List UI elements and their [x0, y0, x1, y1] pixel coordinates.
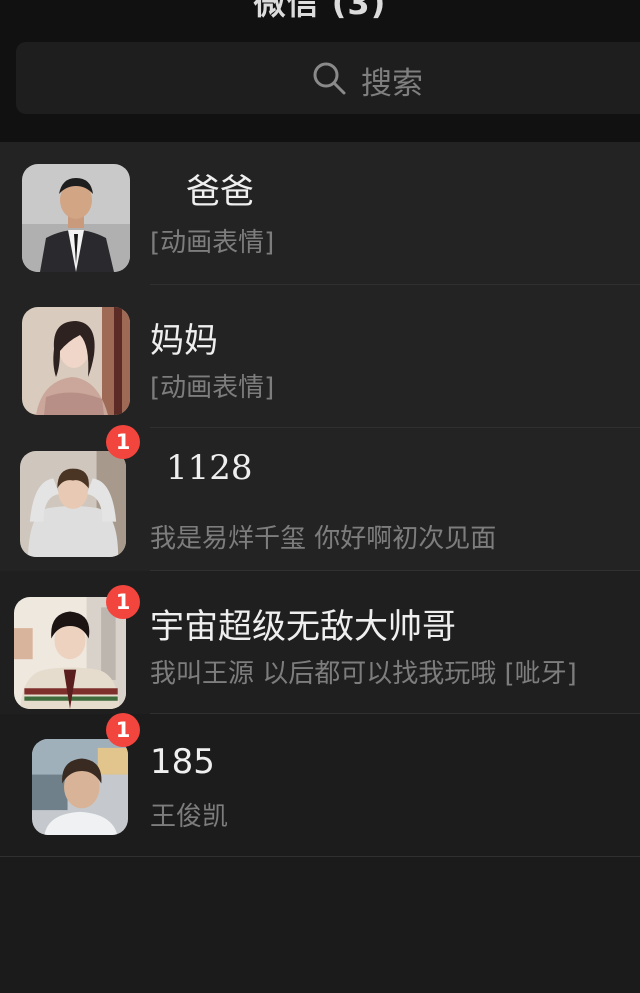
chat-item-handsome[interactable]: 1 宇宙超级无敌大帅哥 我叫王源 以后都可以找我玩哦 [呲牙]: [0, 571, 640, 714]
chat-preview: [动画表情]: [150, 228, 275, 258]
avatar: [22, 307, 130, 415]
empty-area: [0, 857, 640, 993]
chat-preview: 我是易烊千玺 你好啊初次见面: [150, 524, 497, 554]
avatar: [32, 739, 128, 835]
unread-badge: 1: [106, 713, 140, 747]
search-placeholder: 搜索: [361, 66, 423, 102]
avatar: [20, 451, 126, 557]
search-icon: [313, 62, 346, 95]
chat-name: 185: [150, 742, 215, 782]
chat-item-mom[interactable]: 妈妈 [动画表情]: [0, 285, 640, 428]
chat-name: 爸爸: [186, 172, 254, 212]
avatar: [14, 597, 126, 709]
unread-badge: 1: [106, 425, 140, 459]
chat-list: 爸爸 [动画表情] 妈妈 [动画表情] 1 1128 我是易烊千玺 你好啊初次见…: [0, 142, 640, 857]
chat-preview: [动画表情]: [150, 373, 275, 403]
page-title: 微信 (3): [253, 0, 387, 22]
chat-preview: 我叫王源 以后都可以找我玩哦 [呲牙]: [150, 659, 577, 689]
chat-item-1128[interactable]: 1 1128 我是易烊千玺 你好啊初次见面: [0, 425, 640, 571]
chat-item-185[interactable]: 1 185 王俊凯: [0, 713, 640, 857]
chat-name: 1128: [166, 448, 253, 488]
unread-badge: 1: [106, 585, 140, 619]
chat-name: 宇宙超级无敌大帅哥: [150, 607, 456, 647]
avatar: [22, 164, 130, 272]
chat-item-dad[interactable]: 爸爸 [动画表情]: [0, 142, 640, 285]
chat-name: 妈妈: [150, 321, 218, 361]
chat-preview: 王俊凯: [150, 802, 229, 832]
top-bar: 微信 (3) 搜索: [0, 0, 640, 142]
